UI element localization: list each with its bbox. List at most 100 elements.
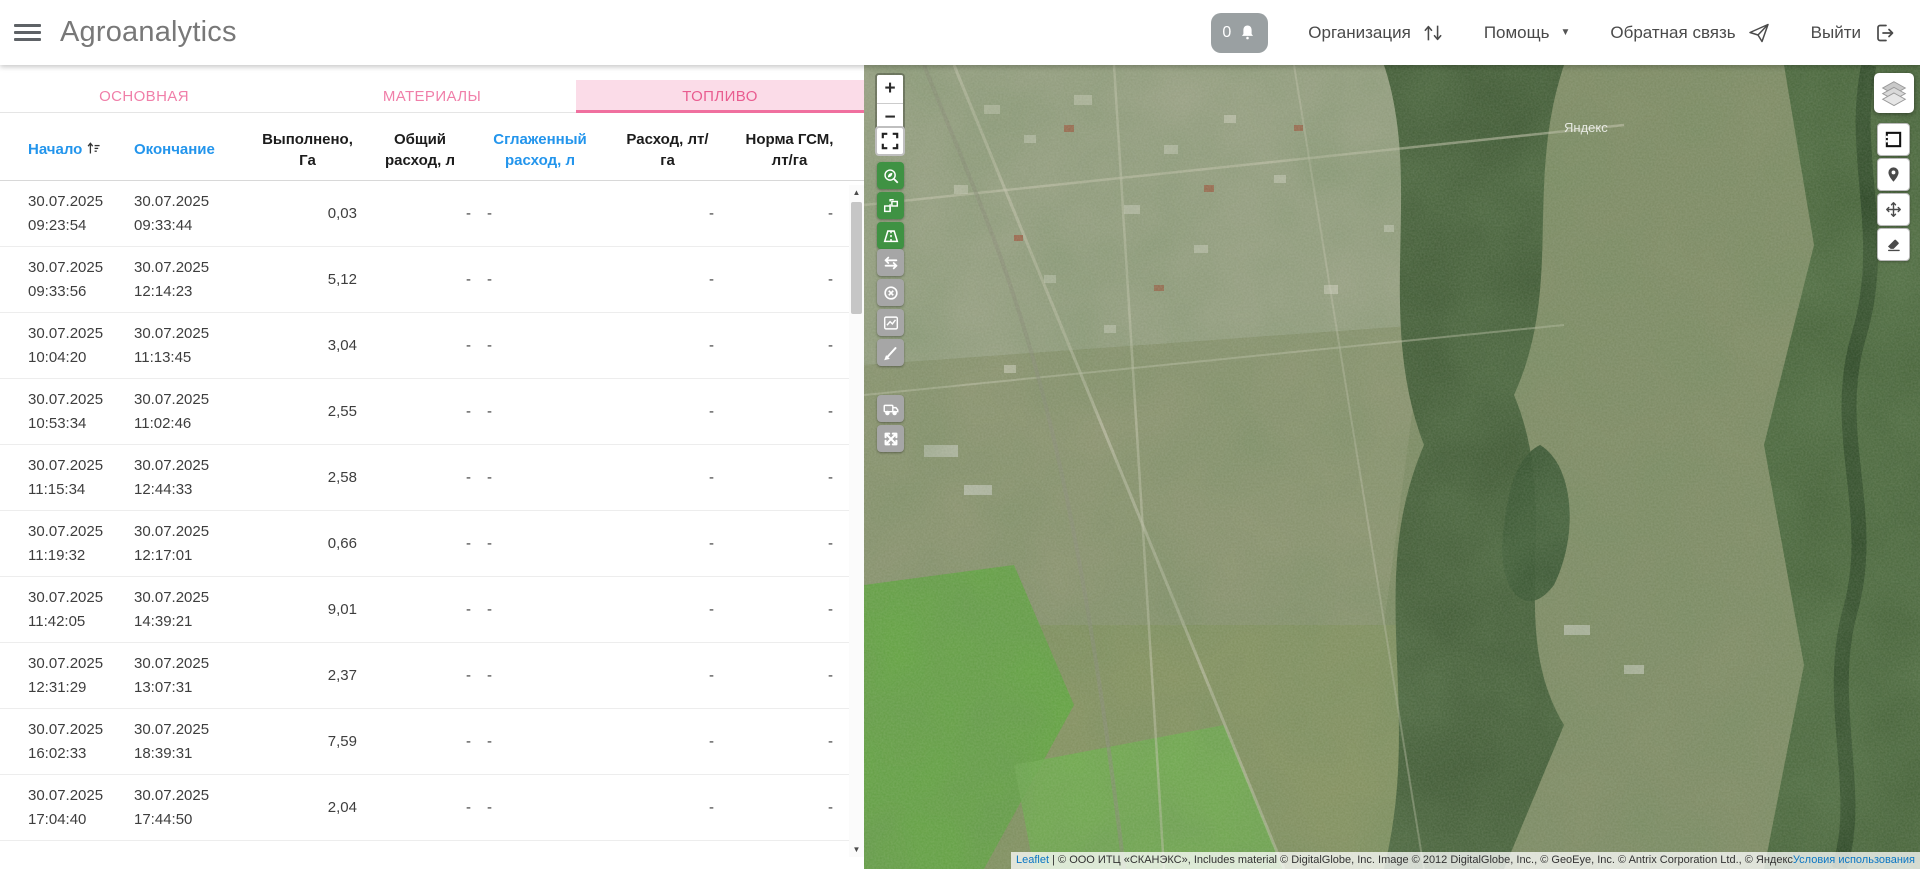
expand-tracks-button[interactable] — [877, 425, 904, 452]
consumption-rate: - — [605, 511, 730, 576]
vehicles-button[interactable] — [877, 395, 904, 422]
field-contour-button[interactable] — [877, 222, 904, 249]
table-row[interactable]: 30.07.202516:02:33 30.07.202518:39:31 7,… — [0, 709, 864, 775]
done-ha: 2,55 — [250, 379, 365, 444]
total-consumption: - — [365, 445, 475, 510]
move-icon — [1884, 200, 1903, 219]
menu-icon[interactable] — [14, 21, 41, 44]
bell-icon — [1238, 23, 1257, 43]
table-row[interactable]: 30.07.202511:42:05 30.07.202514:39:21 9,… — [0, 577, 864, 643]
end-time: 11:13:45 — [134, 346, 250, 370]
map-tools-gray — [877, 249, 904, 366]
table-row[interactable]: 30.07.202511:15:34 30.07.202512:44:33 2,… — [0, 445, 864, 511]
column-header-start[interactable]: Начало — [28, 139, 82, 160]
tab-toplivo[interactable]: ТОПЛИВО — [576, 80, 864, 112]
zoom-in-button[interactable]: + — [877, 75, 903, 103]
x-arrows-icon — [882, 430, 900, 448]
end-time: 12:44:33 — [134, 478, 250, 502]
paper-plane-icon — [1747, 21, 1771, 45]
feedback-button[interactable]: Обратная связь — [1610, 21, 1770, 45]
swap-tracks-button[interactable] — [877, 249, 904, 276]
fuel-norm: - — [730, 709, 849, 774]
help-menu[interactable]: Помощь ▼ — [1484, 23, 1571, 43]
column-header-end[interactable]: Окончание — [134, 141, 215, 158]
marker-button[interactable] — [1877, 158, 1910, 191]
layers-icon — [1879, 78, 1909, 108]
table-scrollbar[interactable]: ▲ ▼ — [849, 185, 864, 857]
start-time: 10:53:34 — [28, 412, 122, 436]
scrollbar-thumb[interactable] — [851, 202, 862, 314]
table-row[interactable]: 30.07.202512:31:29 30.07.202513:07:31 2,… — [0, 643, 864, 709]
total-consumption: - — [365, 247, 475, 312]
table-row[interactable]: 30.07.202509:33:56 30.07.202512:14:23 5,… — [0, 247, 864, 313]
start-date: 30.07.2025 — [28, 388, 122, 412]
smoothed-consumption: - — [475, 379, 605, 444]
done-ha: 5,12 — [250, 247, 365, 312]
consumption-rate: - — [605, 643, 730, 708]
logout-button[interactable]: Выйти — [1811, 21, 1896, 45]
done-ha: 0,03 — [250, 181, 365, 246]
clear-selection-button[interactable] — [877, 279, 904, 306]
organization-button[interactable]: Организация — [1308, 22, 1444, 44]
fuel-norm: - — [730, 379, 849, 444]
eraser-button[interactable] — [1877, 228, 1910, 261]
notification-count: 0 — [1222, 24, 1231, 42]
smoothed-consumption: - — [475, 577, 605, 642]
start-date: 30.07.2025 — [28, 718, 122, 742]
app-root: Agroanalytics 0 Организация Помощь ▼ — [0, 0, 1920, 869]
start-time: 09:33:56 — [28, 280, 122, 304]
sort-ascending-icon[interactable] — [86, 140, 102, 156]
consumption-rate: - — [605, 181, 730, 246]
table-row[interactable]: 30.07.202510:04:20 30.07.202511:13:45 3,… — [0, 313, 864, 379]
fuel-norm: - — [730, 445, 849, 510]
consumption-rate: - — [605, 577, 730, 642]
truck-icon — [882, 400, 900, 418]
total-consumption: - — [365, 511, 475, 576]
chart-button[interactable] — [877, 309, 904, 336]
table-row[interactable]: 30.07.202509:23:54 30.07.202509:33:44 0,… — [0, 181, 864, 247]
column-header-smoothed[interactable]: Сглаженныйрасход, л — [475, 129, 605, 171]
logout-icon — [1872, 21, 1896, 45]
fullscreen-icon — [881, 132, 899, 150]
tab-materialy[interactable]: МАТЕРИАЛЫ — [288, 80, 576, 112]
table-header: Начало Окончание Выполнено,Га Общийрасхо… — [0, 119, 864, 181]
minimap-button[interactable] — [1877, 123, 1910, 156]
end-date: 30.07.2025 — [134, 784, 250, 808]
leaflet-link[interactable]: Leaflet — [1016, 854, 1049, 866]
start-date: 30.07.2025 — [28, 520, 122, 544]
end-time: 09:33:44 — [134, 214, 250, 238]
fields-view-button[interactable] — [877, 162, 904, 189]
end-time: 12:17:01 — [134, 544, 250, 568]
move-button[interactable] — [1877, 193, 1910, 226]
start-time: 09:23:54 — [28, 214, 122, 238]
consumption-rate: - — [605, 379, 730, 444]
notifications-button[interactable]: 0 — [1211, 13, 1268, 53]
smoothed-consumption: - — [475, 643, 605, 708]
consumption-rate: - — [605, 445, 730, 510]
scroll-up-icon[interactable]: ▲ — [853, 185, 861, 200]
fuel-norm: - — [730, 643, 849, 708]
map-tools-gray-2 — [877, 395, 904, 452]
consumption-rate: - — [605, 247, 730, 312]
fullscreen-button[interactable] — [875, 126, 905, 156]
end-time: 12:14:23 — [134, 280, 250, 304]
map-canvas[interactable]: Яндекс + − — [864, 65, 1920, 869]
end-time: 18:39:31 — [134, 742, 250, 766]
layers-button[interactable] — [1874, 73, 1914, 113]
scroll-down-icon[interactable]: ▼ — [853, 842, 861, 857]
terms-link[interactable]: Условия использования — [1793, 854, 1915, 866]
field-plots-icon — [882, 197, 900, 215]
consumption-rate: - — [605, 775, 730, 840]
tab-osnovnaya[interactable]: ОСНОВНАЯ — [0, 80, 288, 112]
table-row[interactable]: 30.07.202510:53:34 30.07.202511:02:46 2,… — [0, 379, 864, 445]
table-row[interactable]: 30.07.202511:19:32 30.07.202512:17:01 0,… — [0, 511, 864, 577]
end-time: 11:02:46 — [134, 412, 250, 436]
smoothed-consumption: - — [475, 511, 605, 576]
measure-button[interactable] — [877, 339, 904, 366]
table-row[interactable]: 30.07.202517:04:40 30.07.202517:44:50 2,… — [0, 775, 864, 841]
total-consumption: - — [365, 313, 475, 378]
caret-down-icon: ▼ — [1560, 27, 1570, 38]
total-consumption: - — [365, 379, 475, 444]
app-title: Agroanalytics — [60, 16, 237, 49]
field-plots-button[interactable] — [877, 192, 904, 219]
